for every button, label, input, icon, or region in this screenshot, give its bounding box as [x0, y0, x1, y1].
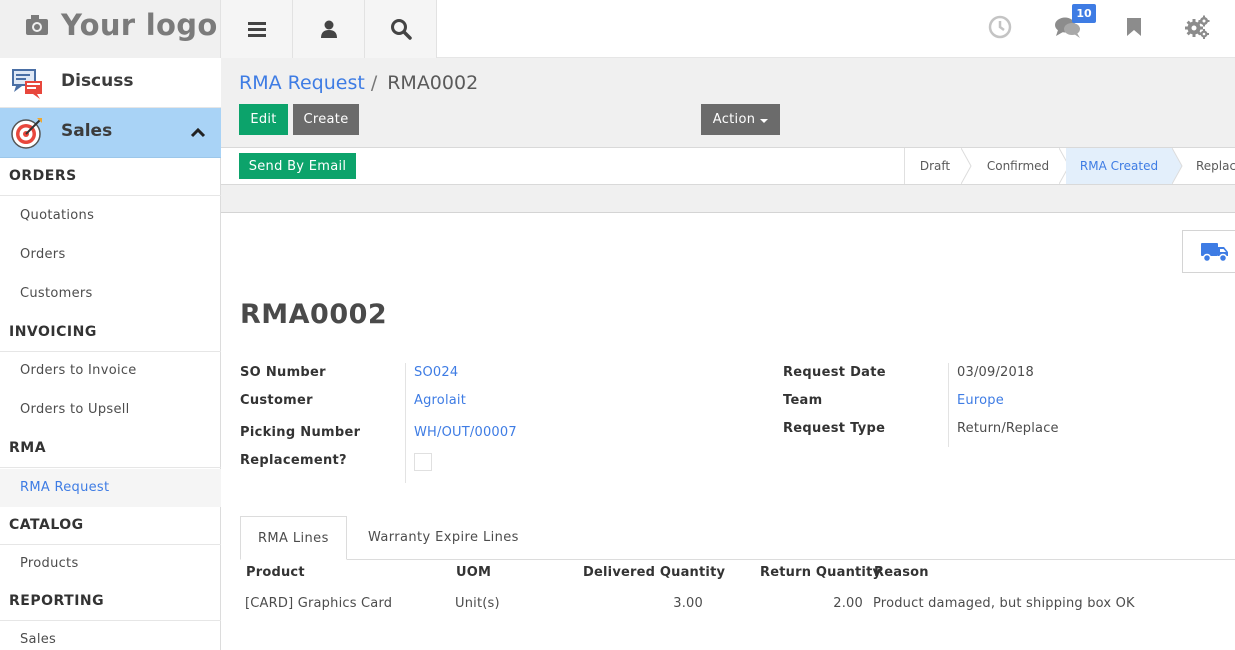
request-date-value: 03/09/2018 [957, 365, 1034, 380]
so-number-label: SO Number [240, 365, 326, 380]
stage-replaced[interactable]: Replac [1196, 148, 1235, 184]
menu-section-catalog: CATALOG [0, 507, 221, 545]
menu-section-reporting: REPORTING [0, 583, 221, 621]
tab-rma-lines[interactable]: RMA Lines [240, 516, 347, 560]
replacement-checkbox[interactable] [414, 453, 432, 471]
action-label: Action [712, 112, 756, 127]
stage-arrow [961, 148, 972, 184]
bookmark-icon [1127, 18, 1141, 36]
column-header-reason[interactable]: Reason [874, 565, 929, 580]
record-title: RMA0002 [240, 299, 388, 330]
cell-reason: Product damaged, but shipping box OK [873, 596, 1135, 611]
request-type-value: Return/Replace [957, 421, 1059, 436]
cell-return-quantity: 2.00 [833, 596, 863, 611]
breadcrumb-separator: / [370, 72, 378, 94]
menu-item-orders[interactable]: Orders [0, 236, 221, 274]
form-sheet: RMA0002 SO Number SO024 Customer Agrolai… [221, 213, 1235, 650]
app-discuss[interactable]: Discuss [0, 58, 221, 108]
customer-link[interactable]: Agrolait [414, 393, 466, 408]
tab-warranty-expire-lines[interactable]: Warranty Expire Lines [351, 516, 536, 560]
gears-icon [1185, 15, 1210, 39]
discuss-icon [12, 69, 42, 99]
activity-button[interactable] [985, 12, 1015, 42]
request-date-label: Request Date [783, 365, 886, 380]
team-link[interactable]: Europe [957, 393, 1004, 408]
column-header-delivered-quantity[interactable]: Delivered Quantity [583, 565, 725, 580]
column-header-product[interactable]: Product [246, 565, 305, 580]
bookmark-button[interactable] [1119, 12, 1149, 42]
caret-down-icon [760, 118, 769, 123]
cell-uom: Unit(s) [455, 596, 500, 611]
menu-section-orders: ORDERS [0, 158, 221, 196]
edit-button[interactable]: Edit [239, 104, 288, 135]
app-label-discuss: Discuss [61, 71, 134, 91]
field-separator [948, 363, 949, 447]
send-by-email-button[interactable]: Send By Email [239, 153, 356, 179]
replacement-label: Replacement? [240, 453, 347, 468]
field-separator [405, 363, 406, 483]
breadcrumb-parent-link[interactable]: RMA Request [239, 72, 365, 94]
picking-number-label: Picking Number [240, 425, 361, 440]
top-navbar: Your logo 10 [0, 0, 1235, 58]
stage-confirmed[interactable]: Confirmed [973, 148, 1063, 184]
cell-product: [CARD] Graphics Card [245, 596, 393, 611]
hamburger-icon [247, 22, 266, 37]
create-button[interactable]: Create [293, 104, 359, 135]
control-panel: RMA Request / RMA0002 Edit Create Action [221, 58, 1235, 148]
app-sidebar: Discuss Sales ORDERS Quotations Orders C… [0, 58, 221, 650]
menu-item-quotations[interactable]: Quotations [0, 197, 221, 235]
sheet-background [221, 185, 1235, 213]
truck-icon [1201, 242, 1228, 262]
clock-icon [988, 15, 1012, 39]
menu-item-sales-report[interactable]: Sales [0, 621, 221, 650]
stage-arrow [1172, 148, 1183, 184]
apps-menu-button[interactable] [221, 0, 293, 58]
app-sales[interactable]: Sales [0, 108, 221, 158]
settings-button[interactable] [1182, 12, 1212, 42]
company-logo[interactable]: Your logo [0, 0, 221, 58]
target-icon [11, 118, 42, 149]
menu-item-orders-to-invoice[interactable]: Orders to Invoice [0, 352, 221, 390]
menu-item-customers[interactable]: Customers [0, 275, 221, 313]
menu-section-rma: RMA [0, 430, 221, 468]
user-icon [320, 20, 337, 38]
camera-icon [26, 15, 48, 35]
picking-number-link[interactable]: WH/OUT/00007 [414, 425, 517, 440]
request-type-label: Request Type [783, 421, 886, 436]
messages-count-badge: 10 [1072, 4, 1096, 23]
search-button[interactable] [365, 0, 437, 58]
app-label-sales: Sales [61, 121, 113, 141]
column-header-uom[interactable]: UOM [456, 565, 491, 580]
breadcrumb: RMA Request / RMA0002 [239, 72, 478, 94]
search-icon [390, 19, 412, 40]
cell-delivered-quantity: 3.00 [673, 596, 703, 611]
menu-item-products[interactable]: Products [0, 545, 221, 583]
menu-section-invoicing: INVOICING [0, 314, 221, 352]
user-menu-button[interactable] [293, 0, 365, 58]
stage-rma-created[interactable]: RMA Created [1066, 148, 1172, 184]
so-number-link[interactable]: SO024 [414, 365, 458, 380]
action-dropdown-button[interactable]: Action [701, 104, 780, 135]
chevron-up-icon[interactable] [190, 126, 206, 138]
column-header-return-quantity[interactable]: Return Quantity [760, 565, 881, 580]
logo-text: Your logo [61, 8, 218, 42]
menu-item-orders-to-upsell[interactable]: Orders to Upsell [0, 391, 221, 429]
customer-label: Customer [240, 393, 313, 408]
breadcrumb-current: RMA0002 [387, 72, 479, 94]
form-statusbar: Send By Email Draft Confirmed RMA Create… [221, 148, 1235, 185]
team-label: Team [783, 393, 823, 408]
stage-draft[interactable]: Draft [905, 148, 965, 184]
menu-item-rma-request[interactable]: RMA Request [0, 469, 221, 507]
delivery-smart-button[interactable] [1182, 230, 1235, 273]
